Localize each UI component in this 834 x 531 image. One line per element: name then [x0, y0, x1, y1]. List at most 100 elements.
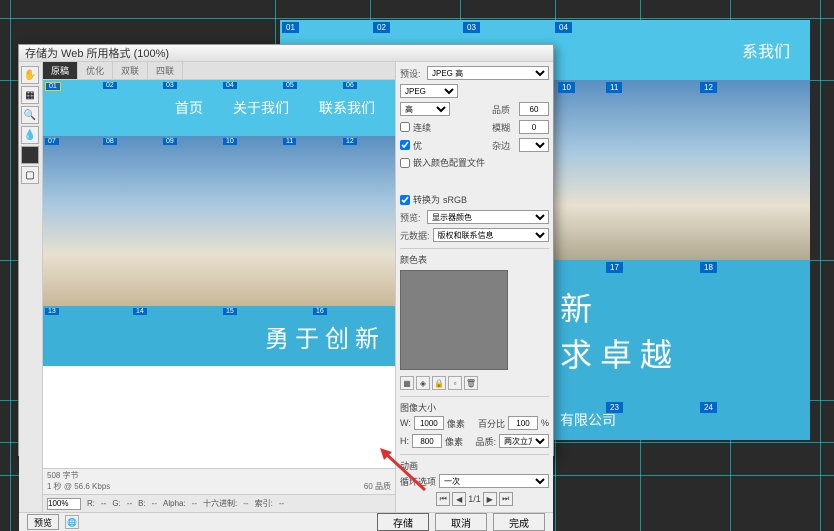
dialog-title: 存储为 Web 所用格式 (100%) [25, 45, 169, 61]
width-input[interactable] [414, 416, 444, 430]
slice-marker: 02 [373, 22, 390, 33]
pv-slice[interactable]: 03 [163, 82, 177, 89]
pv-slice[interactable]: 09 [163, 138, 177, 145]
metadata-select[interactable]: 版权和联系信息 [433, 228, 549, 242]
optimized-label: 优 [413, 139, 422, 152]
r-label: R: [87, 499, 95, 508]
tab-4up[interactable]: 四联 [148, 62, 183, 79]
progressive-check[interactable] [400, 122, 410, 132]
h-label: H: [400, 436, 409, 446]
hex-label: 十六进制: [203, 498, 237, 509]
info-quality: 60 品质 [364, 481, 391, 492]
quality-select[interactable]: 高 [400, 102, 450, 116]
slice-marker: 12 [700, 82, 717, 93]
colortable-icon[interactable]: ◈ [416, 376, 430, 390]
left-toolbar: ✋ ▦ 🔍 💧 ▢ [19, 62, 43, 512]
dialog-footer: 预览 🌐 存储 取消 完成 [19, 512, 553, 531]
percent-label: 百分比 [478, 417, 505, 430]
anim-prev-icon[interactable]: ◀ [452, 492, 466, 506]
save-button[interactable]: 存储 [377, 513, 429, 531]
colortable-icon[interactable]: 🔒 [432, 376, 446, 390]
tab-original[interactable]: 原稿 [43, 62, 78, 79]
bg-nav-contact-partial: 系我们 [742, 38, 790, 62]
pv-slice[interactable]: 16 [313, 308, 327, 315]
slice-marker: 04 [555, 22, 572, 33]
pv-slice[interactable]: 15 [223, 308, 237, 315]
pv-slice[interactable]: 07 [45, 138, 59, 145]
colortable-icon[interactable]: ▦ [400, 376, 414, 390]
preview-status-bar: R:-- G:-- B:-- Alpha:-- 十六进制:-- 索引:-- [43, 494, 395, 512]
optimized-check[interactable] [400, 140, 410, 150]
pv-nav-contact: 联系我们 [319, 98, 375, 118]
convert-check[interactable] [400, 195, 410, 205]
loop-select[interactable]: 一次 [439, 474, 549, 488]
zoom-input[interactable] [47, 498, 81, 510]
dialog-titlebar[interactable]: 存储为 Web 所用格式 (100%) [19, 45, 553, 62]
matte-select[interactable] [519, 138, 549, 152]
slice-visibility-tool[interactable]: ▢ [21, 166, 39, 184]
blur-input[interactable] [519, 120, 549, 134]
index-label: 索引: [255, 498, 273, 509]
quality-input[interactable] [519, 102, 549, 116]
preview-area: 原稿 优化 双联 四联 首页 关于我们 联系我们 [43, 62, 395, 512]
info-size: 508 字节 [47, 470, 110, 481]
zoom-tool[interactable]: 🔍 [21, 106, 39, 124]
hand-tool[interactable]: ✋ [21, 66, 39, 84]
browser-preview-icon[interactable]: 🌐 [65, 515, 79, 529]
pv-slice[interactable]: 08 [103, 138, 117, 145]
tab-optimized[interactable]: 优化 [78, 62, 113, 79]
pv-slice[interactable]: 11 [283, 138, 296, 145]
eyedropper-tool[interactable]: 💧 [21, 126, 39, 144]
embed-color-label: 嵌入颜色配置文件 [413, 156, 485, 169]
pv-slice[interactable]: 04 [223, 82, 237, 89]
anim-next-icon[interactable]: ▶ [483, 492, 497, 506]
preset-select[interactable]: JPEG 高 [427, 66, 549, 80]
progressive-label: 连续 [413, 121, 431, 134]
convert-label: 转换为 [413, 193, 440, 206]
preview-tabs: 原稿 优化 双联 四联 [43, 62, 395, 80]
pv-slice[interactable]: 13 [45, 308, 59, 315]
preview-label: 预览: [400, 211, 424, 224]
preview-button[interactable]: 预览 [27, 514, 59, 530]
slice-marker: 17 [606, 262, 623, 273]
slice-select-tool[interactable]: ▦ [21, 86, 39, 104]
w-label: W: [400, 418, 411, 428]
done-button[interactable]: 完成 [493, 513, 545, 531]
pv-slogan: 勇于创新 [43, 306, 395, 366]
pv-slice[interactable]: 12 [343, 138, 357, 145]
bg-slogan-line1a: 新 [560, 284, 810, 330]
bg-footer-text: 有限公司 [560, 410, 616, 430]
colortable-trash-icon[interactable]: 🗑 [464, 376, 478, 390]
info-speed: 1 秒 @ 56.6 Kbps [47, 481, 110, 492]
pv-slice[interactable]: 01 [45, 82, 61, 91]
colortable-icon[interactable]: ▫ [448, 376, 462, 390]
percent-input[interactable] [508, 416, 538, 430]
pv-slice[interactable]: 10 [223, 138, 237, 145]
height-input[interactable] [412, 434, 442, 448]
color-table-preview [400, 270, 508, 370]
slice-marker: 10 [558, 82, 575, 93]
bg-slogan-line1b: 求卓越 [560, 330, 810, 376]
preview-mode-select[interactable]: 显示器颜色 [427, 210, 549, 224]
eyedropper-color[interactable] [21, 146, 39, 164]
preview-canvas[interactable]: 首页 关于我们 联系我们 [43, 80, 395, 468]
embed-color-check[interactable] [400, 158, 410, 168]
preview-info-bar: JPEG 508 字节 1 秒 @ 56.6 Kbps 60 品质 [43, 468, 395, 494]
pv-nav-about: 关于我们 [233, 98, 289, 118]
tab-2up[interactable]: 双联 [113, 62, 148, 79]
pv-slice[interactable]: 14 [133, 308, 147, 315]
b-label: B: [138, 499, 146, 508]
loop-label: 循环选项 [400, 475, 436, 488]
blur-label: 模糊 [492, 121, 516, 134]
pv-slice[interactable]: 06 [343, 82, 357, 89]
resample-select[interactable]: 两次立方 [499, 434, 549, 448]
pv-slice[interactable]: 02 [103, 82, 117, 89]
anim-first-icon[interactable]: ⏮ [436, 492, 450, 506]
cancel-button[interactable]: 取消 [435, 513, 487, 531]
pv-slice[interactable]: 05 [283, 82, 297, 89]
format-select[interactable]: JPEG [400, 84, 458, 98]
slice-marker: 24 [700, 402, 717, 413]
slice-marker: 18 [700, 262, 717, 273]
anim-last-icon[interactable]: ⏭ [499, 492, 513, 506]
slice-marker: 23 [606, 402, 623, 413]
